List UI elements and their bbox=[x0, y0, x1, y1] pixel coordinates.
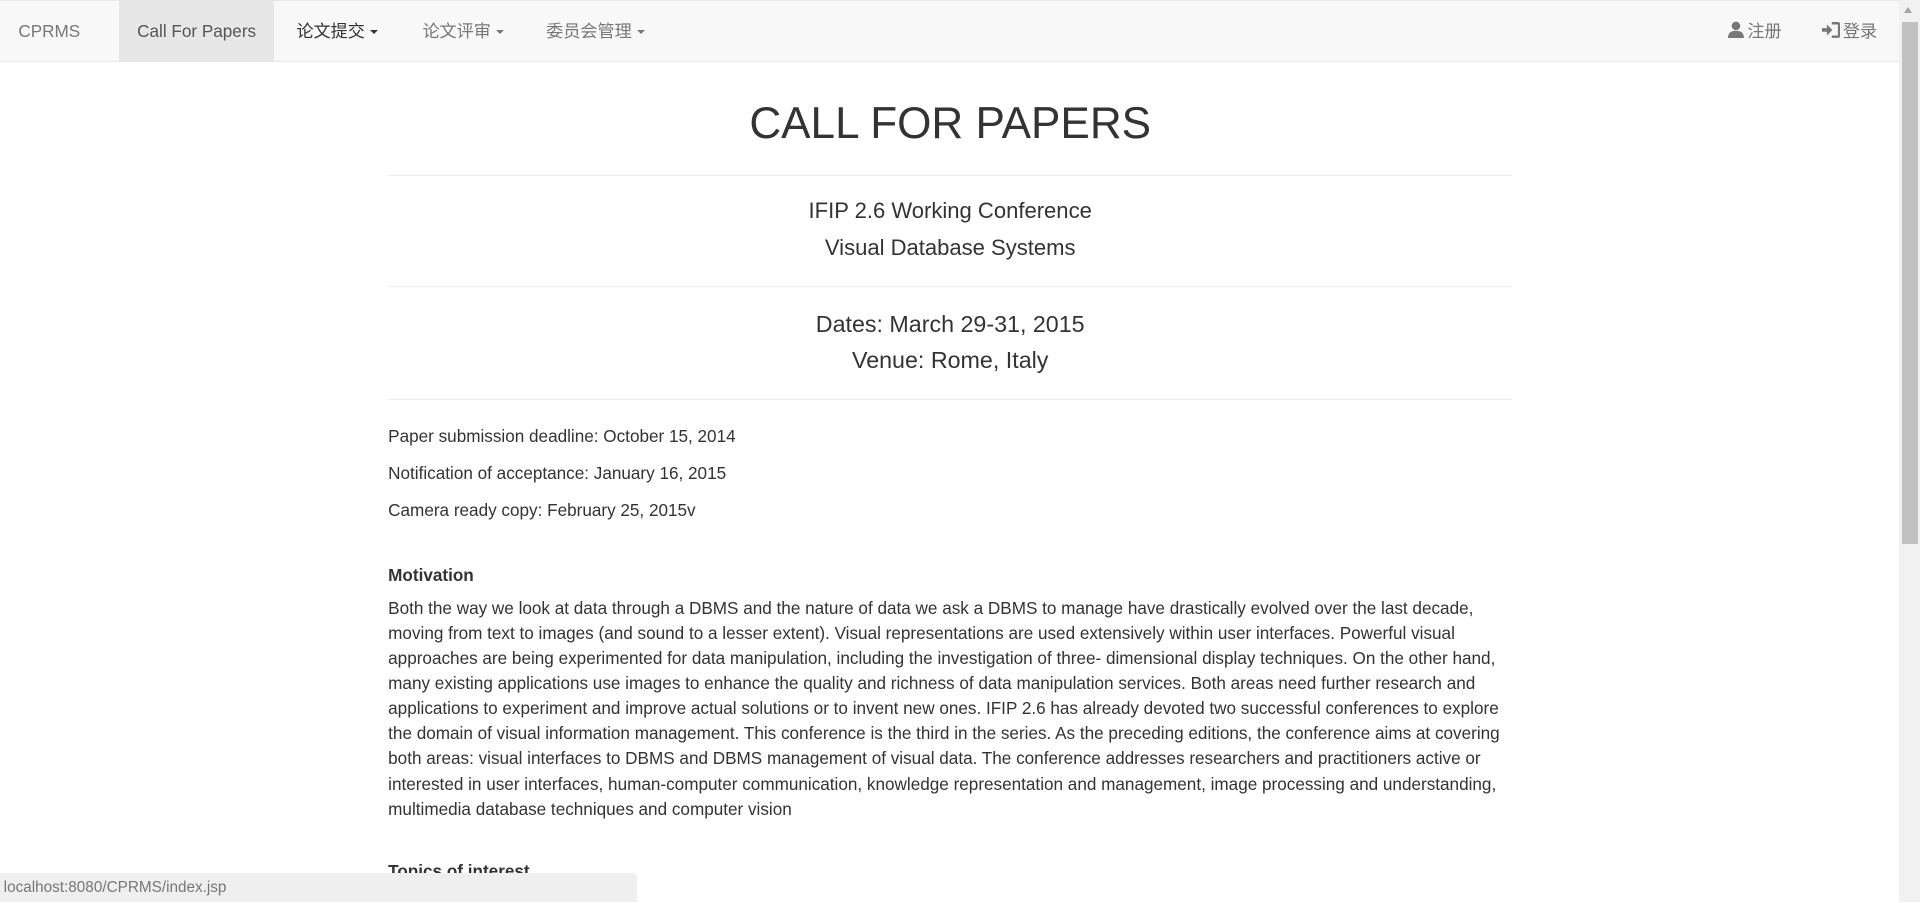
page-title: CALL FOR PAPERS bbox=[749, 98, 1152, 148]
motivation-heading: Motivation bbox=[388, 564, 474, 585]
nav-review-label: 论文评审 bbox=[422, 21, 491, 41]
login-icon bbox=[1822, 22, 1841, 39]
motivation-text: Both the way we look at data through a D… bbox=[388, 597, 1500, 819]
nav-review-dropdown[interactable]: 论文评审 bbox=[422, 1, 504, 62]
page: CPRMS Call For Papers 论文提交 论文评审 委员会管理 注册… bbox=[0, 0, 1920, 903]
conference-venue: Venue: Rome, Italy bbox=[851, 347, 1049, 374]
scrollbar[interactable] bbox=[1899, 0, 1920, 903]
scroll-up-icon[interactable] bbox=[1904, 7, 1913, 14]
caret-down-icon bbox=[369, 30, 378, 35]
scrollbar-thumb[interactable] bbox=[1901, 22, 1918, 544]
login-label: 登录 bbox=[1842, 21, 1878, 41]
nav-submit-dropdown[interactable]: 论文提交 bbox=[296, 1, 378, 62]
navbar: CPRMS Call For Papers 论文提交 论文评审 委员会管理 注册… bbox=[0, 0, 1900, 63]
register-label: 注册 bbox=[1747, 21, 1782, 41]
main-content: CALL FOR PAPERS IFIP 2.6 Working Confere… bbox=[388, 62, 1513, 891]
conference-dates: Dates: March 29-31, 2015 bbox=[815, 310, 1085, 337]
caret-down-icon bbox=[495, 30, 504, 35]
nav-call-for-papers[interactable]: Call For Papers bbox=[118, 1, 275, 63]
conference-line-2: Visual Database Systems bbox=[824, 234, 1076, 260]
user-icon bbox=[1727, 21, 1744, 39]
conference-name: IFIP 2.6 Working Conference Visual Databa… bbox=[388, 176, 1512, 286]
register-link[interactable]: 注册 bbox=[1727, 1, 1782, 62]
conference-dates-venue: Dates: March 29-31, 2015 Venue: Rome, Ita… bbox=[388, 287, 1512, 398]
brand-link[interactable]: CPRMS bbox=[18, 1, 80, 62]
login-link[interactable]: 登录 bbox=[1822, 1, 1877, 62]
deadline-item: Notification of acceptance: January 16, … bbox=[388, 462, 727, 483]
status-bar-url: localhost:8080/CPRMS/index.jsp bbox=[0, 873, 637, 903]
deadline-item: Camera ready copy: February 25, 2015v bbox=[388, 499, 696, 520]
deadline-item: Paper submission deadline: October 15, 2… bbox=[388, 426, 736, 447]
caret-down-icon bbox=[636, 30, 645, 35]
conference-line-1: IFIP 2.6 Working Conference bbox=[808, 198, 1092, 224]
nav-committee-label: 委员会管理 bbox=[546, 21, 632, 41]
important-dates: Paper submission deadline: October 15, 2… bbox=[388, 400, 1512, 529]
nav-submit-label: 论文提交 bbox=[296, 21, 365, 41]
nav-committee-dropdown[interactable]: 委员会管理 bbox=[546, 1, 645, 62]
